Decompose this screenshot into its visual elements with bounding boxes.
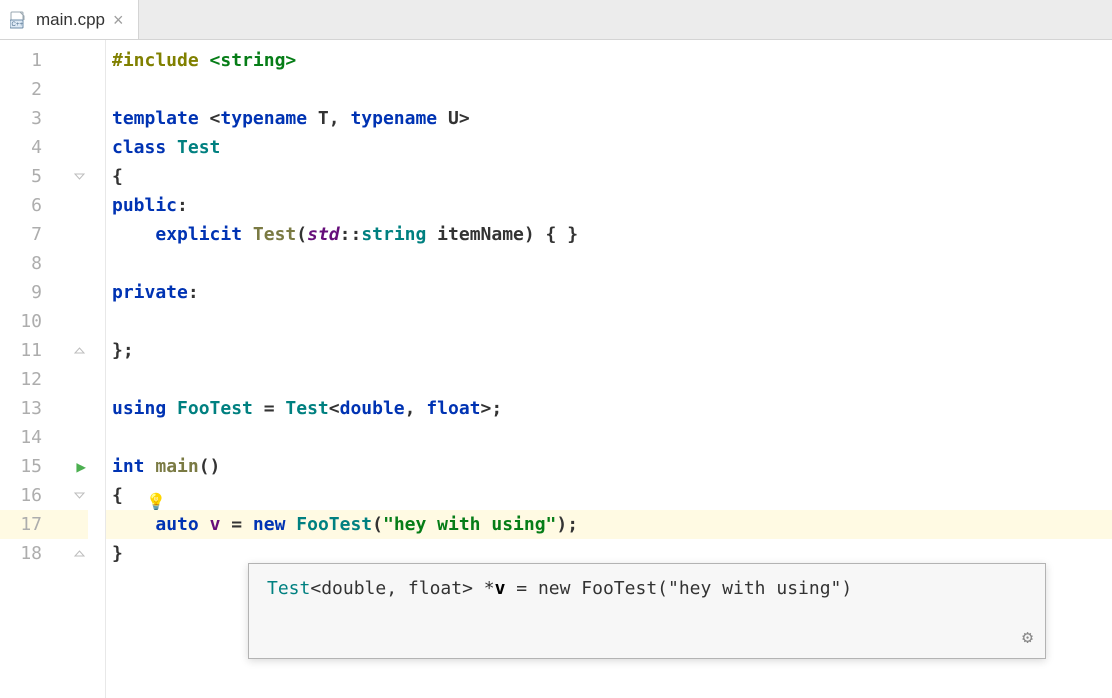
gear-icon[interactable]: ⚙ <box>1022 627 1033 648</box>
line-number: 3 <box>0 104 88 133</box>
line-number: 9 <box>0 278 88 307</box>
code-line[interactable] <box>106 423 1112 452</box>
code-line[interactable]: }; <box>106 336 1112 365</box>
line-number: 8 <box>0 249 88 278</box>
gutter-border <box>88 40 106 698</box>
editor-area[interactable]: 1 2 3 4 5 6 7 8 9 10 11 12 13 14 15 ▶ 16… <box>0 40 1112 698</box>
code-line[interactable]: {💡 <box>106 481 1112 510</box>
svg-text:C++: C++ <box>12 22 24 28</box>
code-line[interactable]: class Test <box>106 133 1112 162</box>
code-line[interactable] <box>106 75 1112 104</box>
code-line[interactable]: private: <box>106 278 1112 307</box>
code-line[interactable]: #include <string> <box>106 46 1112 75</box>
tab-filename: main.cpp <box>36 10 105 30</box>
line-number: 13 <box>0 394 88 423</box>
line-number: 6 <box>0 191 88 220</box>
line-number-gutter: 1 2 3 4 5 6 7 8 9 10 11 12 13 14 15 ▶ 16… <box>0 40 88 698</box>
line-number: 14 <box>0 423 88 452</box>
code-line[interactable] <box>106 249 1112 278</box>
code-line[interactable]: explicit Test(std::string itemName) { } <box>106 220 1112 249</box>
code-line[interactable]: template <typename T, typename U> <box>106 104 1112 133</box>
line-number: 5 <box>0 162 88 191</box>
line-number: 12 <box>0 365 88 394</box>
line-number: 10 <box>0 307 88 336</box>
code-line[interactable] <box>106 307 1112 336</box>
run-icon[interactable]: ▶ <box>76 452 86 481</box>
line-number: 4 <box>0 133 88 162</box>
line-number: 16 <box>0 481 88 510</box>
line-number: 1 <box>0 46 88 75</box>
fold-icon[interactable] <box>72 344 86 358</box>
code-line[interactable]: auto v = new FooTest("hey with using"); <box>106 510 1112 539</box>
code-line[interactable]: int main() <box>106 452 1112 481</box>
line-number: 17 <box>0 510 88 539</box>
line-number: 2 <box>0 75 88 104</box>
line-number: 11 <box>0 336 88 365</box>
line-number: 18 <box>0 539 88 568</box>
cpp-file-icon: C++ <box>10 11 28 29</box>
fold-icon[interactable] <box>72 489 86 503</box>
tab-main-cpp[interactable]: C++ main.cpp × <box>0 0 139 39</box>
fold-icon[interactable] <box>72 547 86 561</box>
tooltip-type: Test <box>267 578 310 599</box>
type-hint-tooltip: Test<double, float> *v = new FooTest("he… <box>248 563 1046 659</box>
line-number: 15 ▶ <box>0 452 88 481</box>
tab-bar: C++ main.cpp × <box>0 0 1112 40</box>
fold-icon[interactable] <box>72 170 86 184</box>
line-number: 7 <box>0 220 88 249</box>
code-line[interactable]: { <box>106 162 1112 191</box>
close-tab-icon[interactable]: × <box>113 11 124 29</box>
tooltip-var: v <box>495 578 506 599</box>
code-line[interactable]: using FooTest = Test<double, float>; <box>106 394 1112 423</box>
code-line[interactable] <box>106 365 1112 394</box>
code-line[interactable]: public: <box>106 191 1112 220</box>
